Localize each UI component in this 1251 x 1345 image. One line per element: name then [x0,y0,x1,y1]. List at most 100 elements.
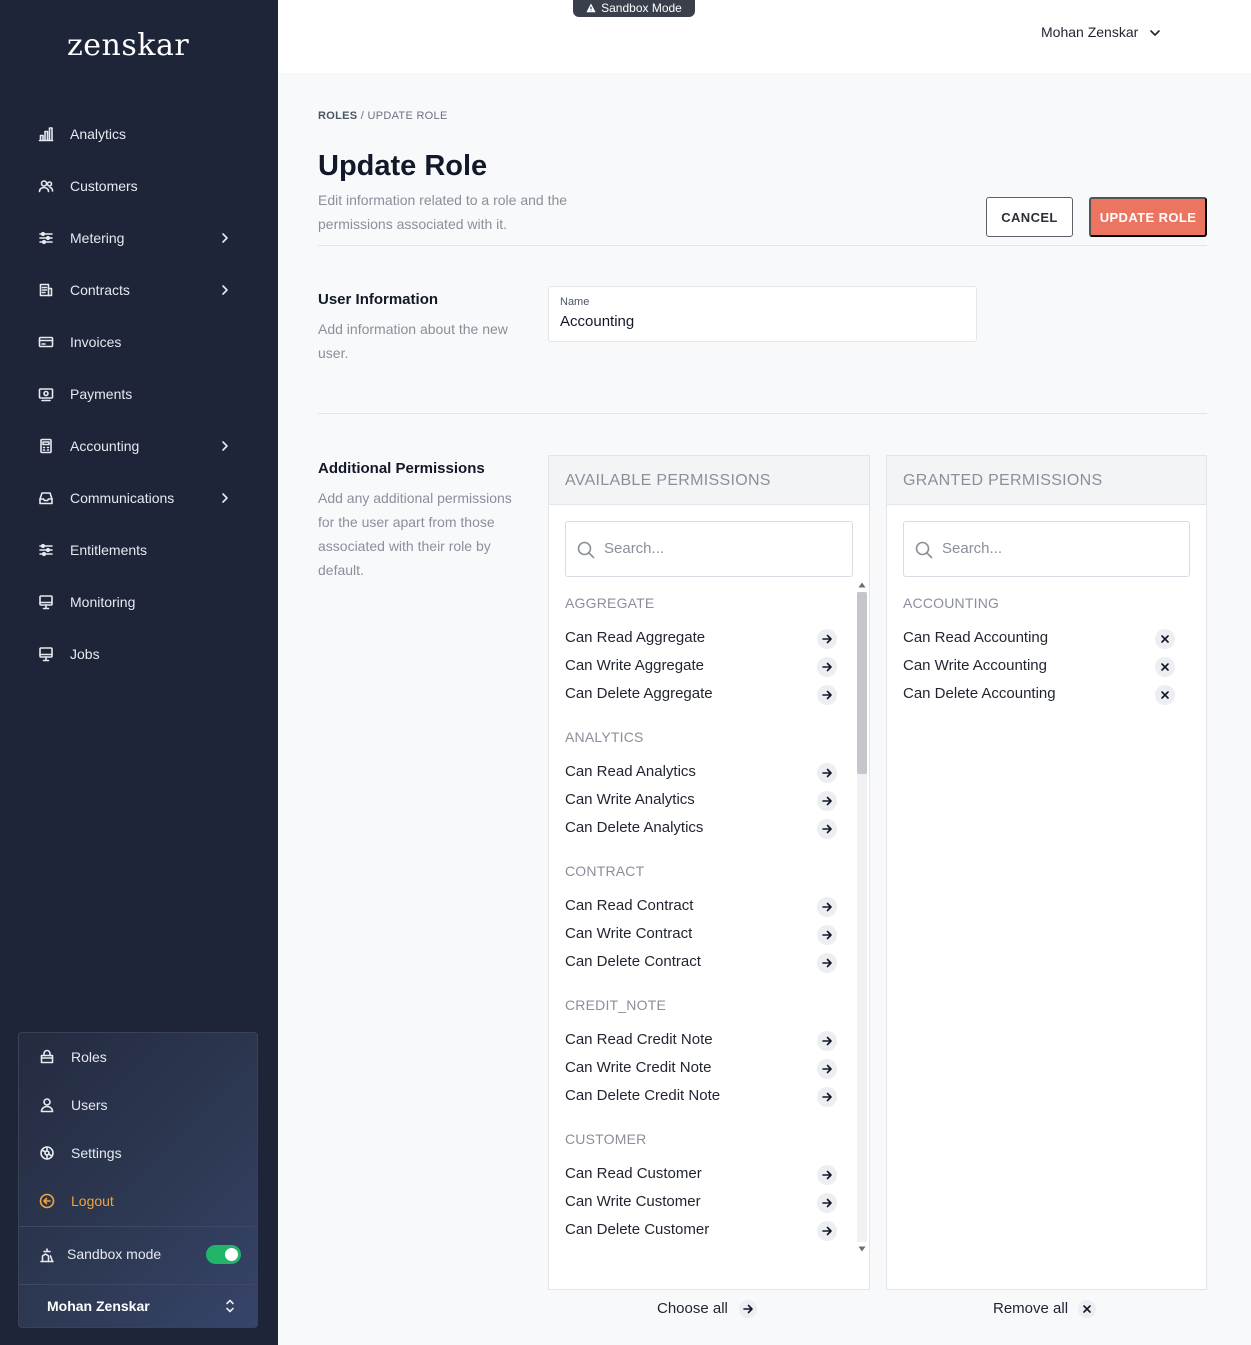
sidebar-item-jobs[interactable]: Jobs [0,634,278,674]
add-permission-button[interactable] [817,763,837,783]
name-field-value[interactable]: Accounting [560,313,634,330]
permission-item[interactable]: Can Delete Credit Note [565,1083,837,1111]
available-permissions-search[interactable]: Search... [565,521,853,577]
permission-item[interactable]: Can Write Contract [565,921,837,949]
breadcrumb-separator: / [357,110,368,122]
remove-permission-button[interactable] [1155,629,1175,649]
permission-item[interactable]: Can Write Credit Note [565,1055,837,1083]
user-switcher[interactable]: Mohan Zenskar [19,1285,257,1327]
sidebar-item-customers[interactable]: Customers [0,166,278,206]
granted-permissions-search[interactable]: Search... [903,521,1190,577]
sidebar-item-label: Entitlements [70,542,148,558]
permission-item[interactable]: Can Write Analytics [565,787,837,815]
permission-label: Can Read Contract [565,897,694,914]
sidebar-item-users[interactable]: Users [19,1087,259,1123]
sandbox-mode-toggle[interactable] [206,1245,241,1264]
permission-item[interactable]: Can Delete Customer [565,1217,837,1245]
permission-item[interactable]: Can Delete Aggregate [565,681,837,709]
permission-group-label: ACCOUNTING [903,595,1000,611]
permission-item[interactable]: Can Read Customer [565,1161,837,1189]
available-permissions-header: AVAILABLE PERMISSIONS [549,456,869,505]
choose-all-button[interactable]: Choose all [657,1300,728,1317]
sidebar-item-invoices[interactable]: Invoices [0,322,278,362]
permission-item[interactable]: Can Write Accounting [903,653,1175,681]
permission-item[interactable]: Can Write Customer [565,1189,837,1217]
breadcrumb-root[interactable]: ROLES [318,110,357,122]
add-permission-button[interactable] [817,1221,837,1241]
logout-button[interactable]: Logout [19,1183,259,1219]
arrow-right-icon [822,1064,832,1074]
add-permission-button[interactable] [817,1059,837,1079]
add-permission-button[interactable] [817,629,837,649]
sidebar-item-analytics[interactable]: Analytics [0,114,278,154]
permission-label: Can Write Aggregate [565,657,704,674]
account-menu: Roles Users Settings Logout Sandbox mode… [18,1032,258,1328]
add-permission-button[interactable] [817,1087,837,1107]
scrollbar-thumb[interactable] [857,592,867,774]
scroll-down-icon[interactable] [858,1245,866,1253]
divider [19,1226,257,1227]
chevron-down-icon[interactable] [1148,26,1162,40]
permission-item[interactable]: Can Read Accounting [903,625,1175,653]
warning-icon [586,3,596,13]
sandbox-icon [40,1248,54,1263]
add-permission-button[interactable] [817,1165,837,1185]
sidebar-item-settings[interactable]: Settings [19,1135,259,1171]
remove-all-icon-button[interactable] [1078,1300,1096,1318]
permission-item[interactable]: Can Delete Analytics [565,815,837,843]
chevron-right-icon[interactable] [218,491,232,505]
add-permission-button[interactable] [817,953,837,973]
permission-item[interactable]: Can Read Aggregate [565,625,837,653]
add-permission-button[interactable] [817,791,837,811]
remove-permission-button[interactable] [1155,657,1175,677]
sidebar-item-accounting[interactable]: Accounting [0,426,278,466]
cancel-button[interactable]: CANCEL [986,197,1073,237]
permission-group-label: CREDIT_NOTE [565,997,666,1013]
arrow-right-icon [822,1036,832,1046]
add-permission-button[interactable] [817,819,837,839]
chevron-right-icon[interactable] [218,283,232,297]
sidebar-item-monitoring[interactable]: Monitoring [0,582,278,622]
add-permission-button[interactable] [817,1193,837,1213]
sidebar-item-label: Settings [71,1145,122,1161]
permission-item[interactable]: Can Delete Contract [565,949,837,977]
sidebar-item-label: Jobs [70,646,100,662]
sidebar-item-payments[interactable]: Payments [0,374,278,414]
choose-all-icon-button[interactable] [739,1300,757,1318]
user-menu[interactable]: Mohan Zenskar [1041,24,1138,40]
chevron-right-icon[interactable] [218,231,232,245]
app-logo[interactable]: zenskar [67,28,189,63]
permission-item[interactable]: Can Read Analytics [565,759,837,787]
close-icon [1161,663,1169,671]
chevron-right-icon[interactable] [218,439,232,453]
sidebar-item-roles[interactable]: Roles [19,1039,259,1075]
permission-item[interactable]: Can Write Aggregate [565,653,837,681]
permission-item[interactable]: Can Delete Accounting [903,681,1175,709]
scroll-up-icon[interactable] [858,581,866,589]
roles-icon [40,1049,54,1064]
remove-all-button[interactable]: Remove all [993,1300,1068,1317]
add-permission-button[interactable] [817,897,837,917]
name-field[interactable]: Name Accounting [548,286,977,342]
page-title: Update Role [318,150,488,182]
arrow-right-icon [822,824,832,834]
permission-label: Can Read Accounting [903,629,1049,646]
remove-permission-button[interactable] [1155,685,1175,705]
bar-chart-icon [38,127,54,142]
update-role-button[interactable]: UPDATE ROLE [1089,197,1207,237]
sidebar-item-entitlements[interactable]: Entitlements [0,530,278,570]
permission-item[interactable]: Can Read Contract [565,893,837,921]
available-permissions-scrollbar[interactable] [855,578,869,1256]
sidebar: zenskar Analytics Customers Metering Contra… [0,0,278,1345]
sidebar-item-communications[interactable]: Communications [0,478,278,518]
sidebar-item-contracts[interactable]: Contracts [0,270,278,310]
add-permission-button[interactable] [817,657,837,677]
name-field-label: Name [560,296,590,308]
sidebar-item-label: Analytics [70,126,127,142]
add-permission-button[interactable] [817,685,837,705]
add-permission-button[interactable] [817,925,837,945]
sidebar-item-metering[interactable]: Metering [0,218,278,258]
add-permission-button[interactable] [817,1031,837,1051]
user-icon [40,1098,54,1113]
permission-item[interactable]: Can Read Credit Note [565,1027,837,1055]
